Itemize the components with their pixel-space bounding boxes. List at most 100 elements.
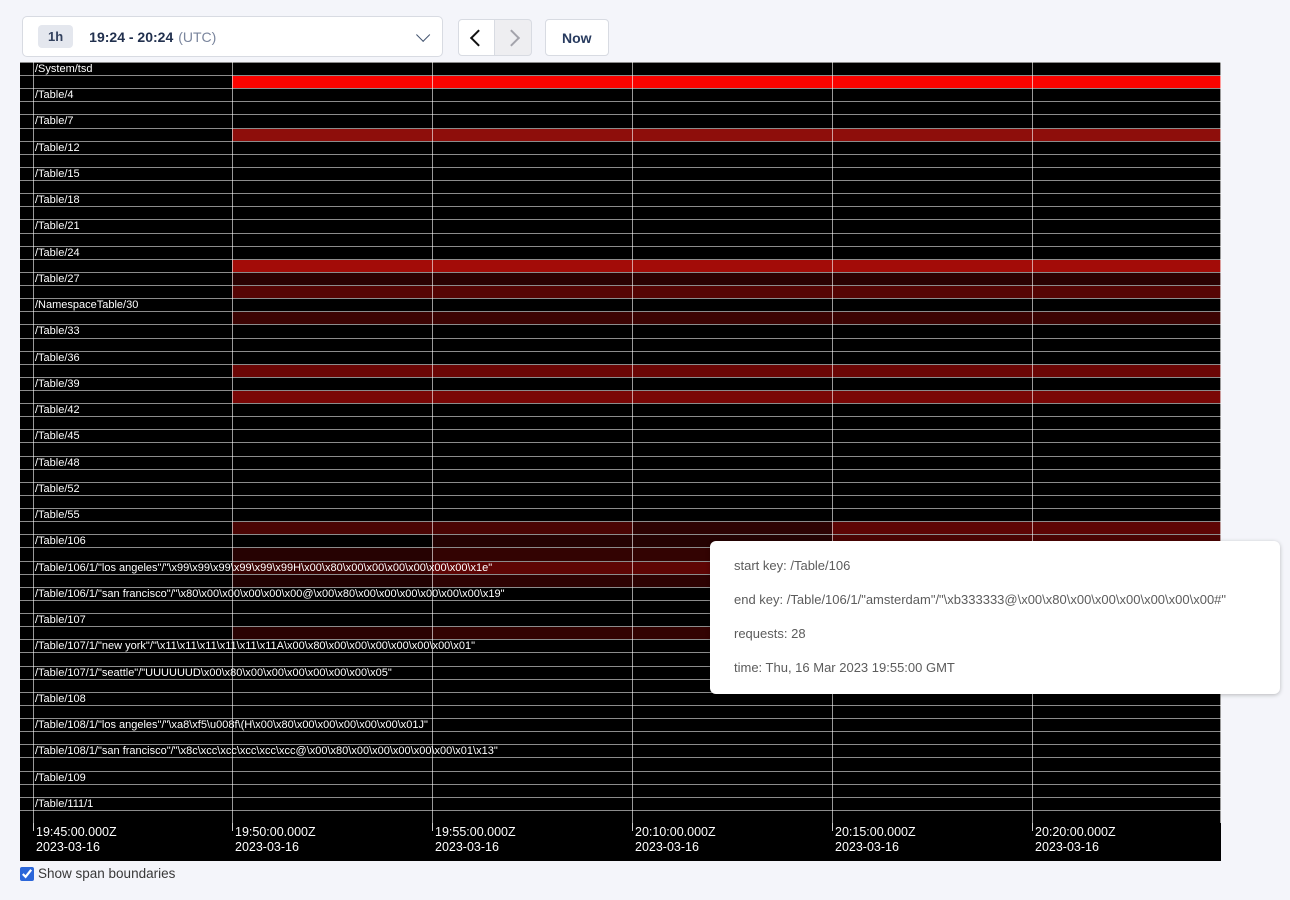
heatmap-cell[interactable] <box>632 273 832 285</box>
span-row[interactable] <box>20 324 1221 337</box>
heatmap-cell[interactable] <box>232 575 432 587</box>
heatmap-cell[interactable] <box>432 548 632 560</box>
span-row[interactable] <box>20 495 1221 508</box>
span-row[interactable] <box>20 508 1221 521</box>
heatmap-band[interactable]: /Table/108 <box>20 692 1221 718</box>
heatmap-band[interactable]: /Table/4 <box>20 88 1221 114</box>
span-row[interactable] <box>20 364 1221 377</box>
heatmap-cell[interactable] <box>632 76 832 88</box>
heatmap-cell[interactable] <box>232 76 432 88</box>
heatmap-cell[interactable] <box>1032 260 1221 272</box>
heatmap-cell[interactable] <box>232 548 432 560</box>
heatmap-band[interactable]: /Table/39 <box>20 377 1221 403</box>
heatmap-cell[interactable] <box>232 273 432 285</box>
show-span-boundaries-checkbox[interactable] <box>20 867 34 881</box>
heatmap-cell[interactable] <box>432 391 632 403</box>
heatmap-cell[interactable] <box>432 273 632 285</box>
span-row[interactable] <box>20 731 1221 744</box>
span-row[interactable] <box>20 390 1221 403</box>
heatmap-band[interactable]: /Table/52 <box>20 482 1221 508</box>
next-time-button[interactable] <box>495 19 532 56</box>
heatmap-cell[interactable] <box>632 260 832 272</box>
span-row[interactable] <box>20 469 1221 482</box>
heatmap-cell[interactable] <box>832 76 1032 88</box>
heatmap-band[interactable]: /Table/109 <box>20 771 1221 797</box>
span-row[interactable] <box>20 206 1221 219</box>
heatmap-cell[interactable] <box>232 627 432 639</box>
span-row[interactable] <box>20 403 1221 416</box>
span-row[interactable] <box>20 351 1221 364</box>
heatmap-cell[interactable] <box>432 286 632 298</box>
heatmap-band[interactable]: /Table/12 <box>20 141 1221 167</box>
span-row[interactable] <box>20 75 1221 88</box>
span-row[interactable] <box>20 101 1221 114</box>
span-row[interactable] <box>20 442 1221 455</box>
span-row[interactable] <box>20 62 1221 75</box>
heatmap-cell[interactable] <box>1032 273 1221 285</box>
span-row[interactable] <box>20 154 1221 167</box>
heatmap-band[interactable]: /Table/18 <box>20 193 1221 219</box>
heatmap-band[interactable]: /NamespaceTable/30 <box>20 298 1221 324</box>
span-row[interactable] <box>20 429 1221 442</box>
heatmap-cell[interactable] <box>832 391 1032 403</box>
span-row[interactable] <box>20 338 1221 351</box>
span-row[interactable] <box>20 810 1221 823</box>
span-row[interactable] <box>20 456 1221 469</box>
heatmap-cell[interactable] <box>232 286 432 298</box>
heatmap-band[interactable]: /Table/111/1 <box>20 797 1221 823</box>
heatmap-band[interactable]: /Table/55 <box>20 508 1221 534</box>
heatmap-cell[interactable] <box>1032 522 1221 534</box>
heatmap-band[interactable]: /Table/48 <box>20 456 1221 482</box>
heatmap-cell[interactable] <box>432 365 632 377</box>
heatmap-cell[interactable] <box>432 535 632 547</box>
heatmap-cell[interactable] <box>432 575 632 587</box>
heatmap-cell[interactable] <box>832 273 1032 285</box>
heatmap-cell[interactable] <box>632 129 832 141</box>
now-button[interactable]: Now <box>545 19 609 56</box>
span-row[interactable] <box>20 219 1221 232</box>
heatmap-cell[interactable] <box>432 76 632 88</box>
heatmap-band[interactable]: /Table/108/1/"los angeles"/"\xa8\xf5\u00… <box>20 718 1221 744</box>
heatmap-cell[interactable] <box>232 312 432 324</box>
heatmap-band[interactable]: /Table/42 <box>20 403 1221 429</box>
heatmap-band[interactable]: /Table/33 <box>20 324 1221 350</box>
heatmap-cell[interactable] <box>432 627 632 639</box>
span-row[interactable] <box>20 298 1221 311</box>
span-row[interactable] <box>20 797 1221 810</box>
heatmap-band[interactable]: /Table/45 <box>20 429 1221 455</box>
heatmap-cell[interactable] <box>832 129 1032 141</box>
heatmap-cell[interactable] <box>632 391 832 403</box>
heatmap-band[interactable]: /Table/15 <box>20 167 1221 193</box>
span-row[interactable] <box>20 246 1221 259</box>
span-row[interactable] <box>20 757 1221 770</box>
span-row[interactable] <box>20 193 1221 206</box>
span-row[interactable] <box>20 705 1221 718</box>
heatmap-grid[interactable]: /System/tsd/Table/4/Table/7/Table/12/Tab… <box>20 62 1221 823</box>
heatmap-band[interactable]: /Table/21 <box>20 219 1221 245</box>
heatmap-band[interactable]: /Table/7 <box>20 114 1221 140</box>
span-row[interactable] <box>20 141 1221 154</box>
heatmap-cell[interactable] <box>1032 76 1221 88</box>
heatmap-cell[interactable] <box>432 522 632 534</box>
key-visualizer-canvas[interactable]: /System/tsd/Table/4/Table/7/Table/12/Tab… <box>20 62 1221 861</box>
heatmap-cell[interactable] <box>1032 129 1221 141</box>
heatmap-band[interactable]: /Table/36 <box>20 351 1221 377</box>
span-row[interactable] <box>20 482 1221 495</box>
span-row[interactable] <box>20 88 1221 101</box>
span-row[interactable] <box>20 128 1221 141</box>
heatmap-cell[interactable] <box>632 522 832 534</box>
span-row[interactable] <box>20 114 1221 127</box>
span-row[interactable] <box>20 521 1221 534</box>
time-range-dropdown[interactable]: 1h 19:24 - 20:24 (UTC) <box>22 16 443 57</box>
span-row[interactable] <box>20 233 1221 246</box>
heatmap-cell[interactable] <box>232 260 432 272</box>
heatmap-cell[interactable] <box>832 522 1032 534</box>
heatmap-cell[interactable] <box>1032 286 1221 298</box>
heatmap-band[interactable]: /System/tsd <box>20 62 1221 88</box>
heatmap-band[interactable]: /Table/108/1/"san francisco"/"\x8c\xcc\x… <box>20 744 1221 770</box>
span-row[interactable] <box>20 180 1221 193</box>
span-row[interactable] <box>20 167 1221 180</box>
heatmap-band[interactable]: /Table/27 <box>20 272 1221 298</box>
heatmap-cell[interactable] <box>232 129 432 141</box>
heatmap-cell[interactable] <box>232 522 432 534</box>
